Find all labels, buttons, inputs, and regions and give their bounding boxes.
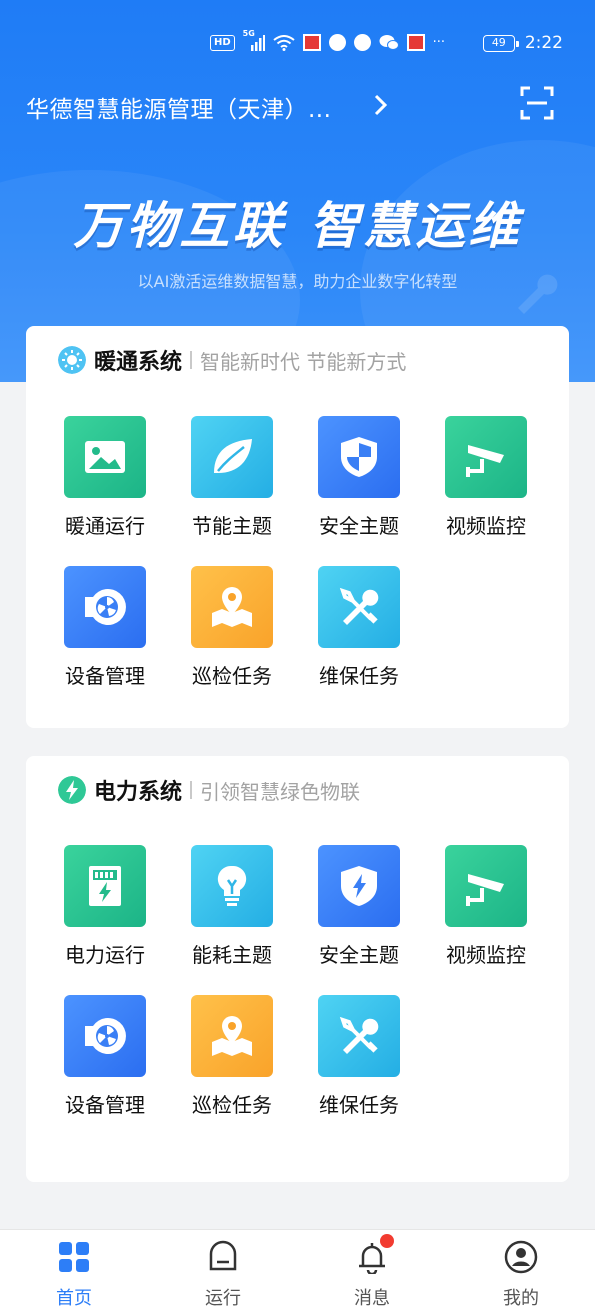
power-tile-maintenance[interactable]: 维保任务: [309, 995, 409, 1118]
hvac-tile-safety[interactable]: 安全主题: [309, 416, 409, 539]
app-notification-icon-2: [406, 34, 425, 51]
lightbulb-icon: [217, 865, 247, 906]
browser-notification-icon: [328, 34, 346, 51]
tab-messages[interactable]: 消息: [312, 1230, 432, 1309]
tools-icon: [339, 1016, 379, 1054]
shield-bolt-icon: [341, 866, 377, 906]
power-tile-operation[interactable]: 电力运行: [55, 845, 155, 968]
title-divider: [190, 351, 193, 369]
tile-label: 能耗主题: [192, 943, 272, 967]
tab-profile[interactable]: 我的: [461, 1230, 581, 1309]
power-tile-device[interactable]: 设备管理: [55, 995, 155, 1118]
status-bar: HD 5G ··· 49 2:22: [0, 0, 595, 86]
run-box-icon: [209, 1240, 237, 1271]
bottom-tab-bar: 首页 运行 消息 我的: [0, 1229, 595, 1309]
hvac-tile-energy[interactable]: 节能主题: [182, 416, 282, 539]
profile-icon: [504, 1240, 538, 1274]
power-tile-inspection[interactable]: 巡检任务: [182, 995, 282, 1118]
hvac-tile-device[interactable]: 设备管理: [55, 566, 155, 689]
power-tile-video[interactable]: 视频监控: [436, 845, 536, 968]
tools-icon: [339, 587, 379, 625]
banner-subtitle: 以AI激活运维数据智慧，助力企业数字化转型: [137, 272, 458, 291]
tile-label: 电力运行: [65, 943, 145, 967]
app-header: 华德智慧能源管理（天津）...: [0, 86, 595, 126]
tile-label: 暖通运行: [65, 514, 145, 538]
tile-label: 巡检任务: [192, 1093, 272, 1117]
tile-label: 节能主题: [192, 514, 272, 538]
leaf-icon: [214, 439, 252, 473]
hvac-card-header: 暖通系统 智能新时代 节能新方式: [58, 344, 406, 376]
power-system-card: 电力系统 引领智慧绿色物联 电力运行 能耗主题 安全主题 视频监控 设备管理 巡…: [26, 756, 569, 1182]
tab-label: 消息: [354, 1288, 390, 1309]
hand-notification-icon: [353, 34, 371, 51]
tile-label: 设备管理: [65, 1093, 145, 1117]
scan-icon[interactable]: [520, 86, 554, 120]
slogan-left: 万物互联: [73, 197, 286, 255]
hvac-tile-operation[interactable]: 暖通运行: [55, 416, 155, 539]
picture-icon: [85, 441, 125, 473]
tile-label: 视频监控: [446, 514, 526, 538]
tile-label: 安全主题: [319, 514, 399, 538]
tile-label: 维保任务: [319, 1093, 399, 1117]
shield-icon: [341, 437, 377, 477]
lightning-icon: [58, 776, 86, 804]
hvac-tile-video[interactable]: 视频监控: [436, 416, 536, 539]
hvac-title: 暖通系统: [94, 350, 183, 375]
power-tile-consumption[interactable]: 能耗主题: [182, 845, 282, 968]
tab-label: 运行: [205, 1288, 241, 1309]
fan-device-icon: [85, 589, 126, 625]
unread-badge: [380, 1234, 394, 1248]
clock: 2:22: [524, 33, 563, 53]
hd-indicator: HD: [210, 34, 235, 51]
map-pin-icon: [212, 587, 252, 627]
org-selector[interactable]: 华德智慧能源管理（天津）...: [26, 90, 331, 124]
chevron-right-icon[interactable]: [374, 94, 388, 116]
app-notification-icon: [302, 34, 321, 51]
power-card-header: 电力系统 引领智慧绿色物联: [58, 774, 360, 806]
tile-label: 设备管理: [65, 664, 145, 688]
tile-label: 维保任务: [319, 664, 399, 688]
map-pin-icon: [212, 1016, 252, 1056]
tile-label: 视频监控: [446, 943, 526, 967]
tab-run[interactable]: 运行: [163, 1230, 283, 1309]
wechat-icon: [379, 35, 399, 50]
wifi-icon: [273, 34, 295, 51]
tab-home[interactable]: 首页: [14, 1230, 134, 1309]
banner-slogan: 万物互联 智慧运维: [0, 186, 595, 258]
fan-device-icon: [85, 1018, 126, 1054]
title-divider: [190, 781, 193, 799]
hvac-tile-maintenance[interactable]: 维保任务: [309, 566, 409, 689]
power-meter-icon: [89, 866, 121, 906]
cctv-camera-icon: [466, 445, 504, 477]
snowflake-icon: [58, 346, 86, 374]
grid-home-icon: [59, 1242, 89, 1272]
battery-indicator: 49: [482, 34, 519, 52]
tab-label: 首页: [56, 1288, 92, 1309]
tile-label: 巡检任务: [192, 664, 272, 688]
hvac-system-card: 暖通系统 智能新时代 节能新方式 暖通运行 节能主题 安全主题 视频监控 设备管…: [26, 326, 569, 728]
tile-label: 安全主题: [319, 943, 399, 967]
more-notifications: ···: [432, 35, 446, 50]
cctv-camera-icon: [466, 874, 504, 906]
hvac-subtitle: 智能新时代 节能新方式: [200, 349, 407, 374]
signal-icon: 5G: [243, 29, 265, 51]
hvac-tile-inspection[interactable]: 巡检任务: [182, 566, 282, 689]
power-title: 电力系统: [94, 780, 183, 805]
slogan-right: 智慧运维: [309, 197, 522, 255]
power-tile-safety[interactable]: 安全主题: [309, 845, 409, 968]
tab-label: 我的: [503, 1288, 539, 1309]
power-subtitle: 引领智慧绿色物联: [200, 779, 361, 804]
